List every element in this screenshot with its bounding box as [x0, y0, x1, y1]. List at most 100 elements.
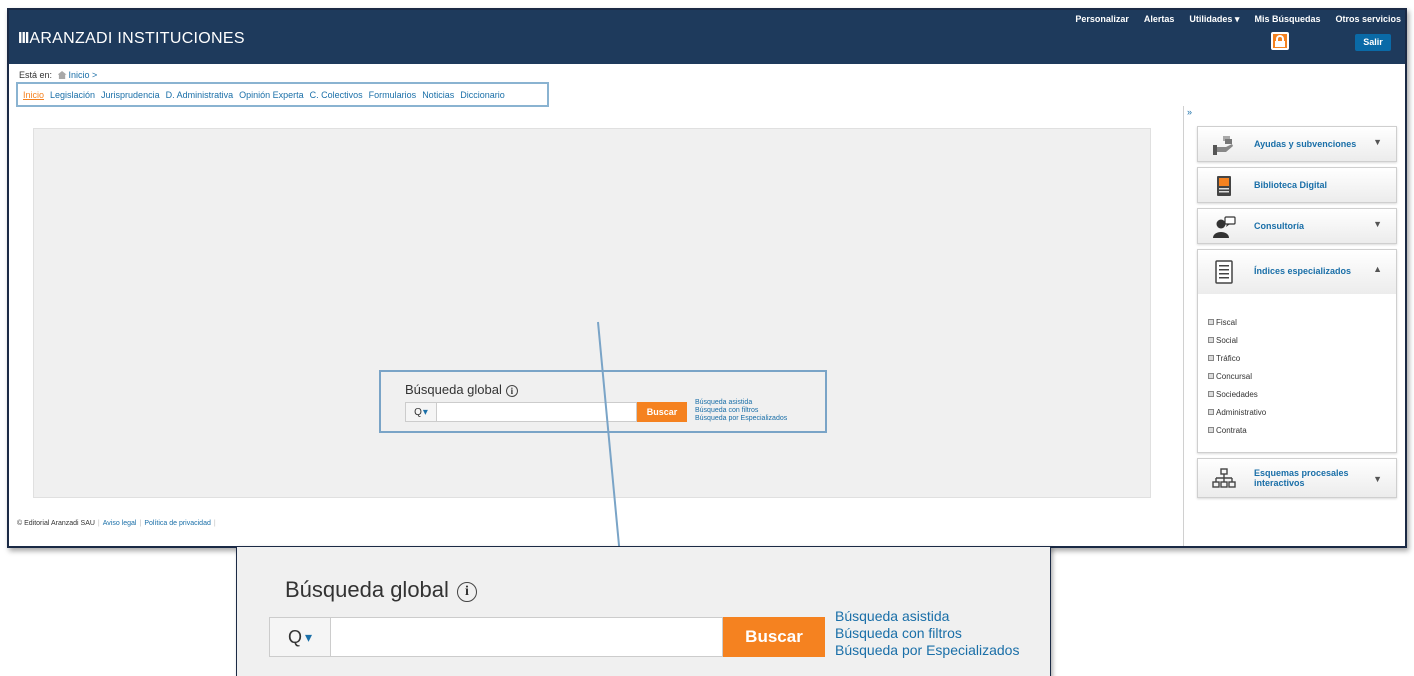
exit-button[interactable]: Salir	[1355, 34, 1391, 51]
document-list-icon	[1215, 260, 1233, 284]
collapse-sidebar-icon[interactable]: »	[1187, 107, 1192, 117]
zoomed-search-panel: Búsqueda global i Q ▾ Buscar Búsqueda asis…	[236, 546, 1051, 676]
search-title: Búsqueda global i	[405, 382, 518, 397]
list-item-label: Fiscal	[1216, 318, 1237, 327]
lock-icon[interactable]	[1271, 32, 1289, 50]
info-icon[interactable]: i	[505, 385, 518, 397]
topnav-mis-busquedas[interactable]: Mis Búsquedas	[1254, 14, 1320, 25]
panel-ayudas-subvenciones[interactable]: Ayudas y subvenciones ▼	[1197, 126, 1397, 162]
link-busqueda-con-filtros[interactable]: Búsqueda con filtros	[695, 407, 787, 415]
search-type-dropdown[interactable]: Q ▾	[269, 617, 331, 657]
list-item[interactable]: Sociedades	[1208, 386, 1266, 404]
tab-noticias[interactable]: Noticias	[422, 90, 454, 100]
list-item[interactable]: Contrata	[1208, 422, 1266, 440]
footer-separator: |	[97, 520, 100, 527]
link-busqueda-asistida[interactable]: Búsqueda asistida	[835, 608, 1019, 625]
tab-diccionario[interactable]: Diccionario	[460, 90, 505, 100]
topnav-personalizar[interactable]: Personalizar	[1075, 14, 1129, 25]
checkbox-icon	[1208, 355, 1214, 361]
topnav-otros-servicios[interactable]: Otros servicios	[1335, 14, 1401, 25]
list-item-label: Concursal	[1216, 372, 1253, 381]
footer-link-privacidad[interactable]: Política de privacidad	[144, 520, 211, 527]
chevron-up-icon[interactable]: ▲	[1373, 264, 1382, 274]
brand-logo[interactable]: IIIARANZADI INSTITUCIONES	[18, 30, 245, 48]
zoom-search-links: Búsqueda asistida Búsqueda con filtros B…	[835, 608, 1019, 659]
panel-label-line: interactivos	[1254, 478, 1305, 488]
footer-copyright: © Editorial Aranzadi SAU	[17, 520, 95, 527]
tab-legislacion[interactable]: Legislación	[50, 90, 95, 100]
panel-label: Índices especializados	[1254, 266, 1352, 276]
panel-header[interactable]: Índices especializados ▲	[1198, 250, 1396, 294]
global-search-box: Búsqueda global i Q ▾ Buscar Búsqueda asis…	[379, 370, 827, 433]
top-header: IIIARANZADI INSTITUCIONES Personalizar A…	[9, 10, 1405, 64]
link-busqueda-especializados[interactable]: Búsqueda por Especializados	[835, 642, 1019, 659]
info-icon[interactable]: i	[456, 582, 477, 602]
panel-label: Ayudas y subvenciones	[1254, 139, 1357, 149]
panel-esquemas-procesales[interactable]: Esquemas procesales interactivos ▼	[1197, 458, 1397, 498]
footer-separator: |	[139, 520, 142, 527]
list-item[interactable]: Social	[1208, 332, 1266, 350]
footer-link-aviso-legal[interactable]: Aviso legal	[103, 520, 137, 527]
index-list: Fiscal Social Tráfico Concursal Sociedad…	[1208, 314, 1266, 440]
book-icon	[1217, 176, 1231, 196]
app-window: IIIARANZADI INSTITUCIONES Personalizar A…	[7, 8, 1407, 548]
search-title-text: Búsqueda global	[405, 382, 502, 397]
chevron-down-icon[interactable]: ▼	[1373, 219, 1382, 229]
tab-jurisprudencia[interactable]: Jurisprudencia	[101, 90, 160, 100]
zoom-search-row: Q ▾ Buscar	[269, 617, 825, 657]
link-busqueda-asistida[interactable]: Búsqueda asistida	[695, 399, 787, 407]
list-item[interactable]: Administrativo	[1208, 404, 1266, 422]
topnav-utilidades[interactable]: Utilidades ▾	[1189, 14, 1239, 25]
tab-c-colectivos[interactable]: C. Colectivos	[310, 90, 363, 100]
search-input[interactable]	[331, 617, 723, 657]
list-item[interactable]: Fiscal	[1208, 314, 1266, 332]
hierarchy-icon	[1212, 468, 1236, 488]
tab-formularios[interactable]: Formularios	[369, 90, 417, 100]
top-nav: Personalizar Alertas Utilidades ▾ Mis Bú…	[1075, 14, 1401, 25]
panel-label-line: Esquemas procesales	[1254, 468, 1349, 478]
breadcrumb-home-link[interactable]: Inicio >	[69, 70, 98, 80]
topnav-alertas[interactable]: Alertas	[1144, 14, 1175, 25]
link-busqueda-con-filtros[interactable]: Búsqueda con filtros	[835, 625, 1019, 642]
search-title-text: Búsqueda global	[285, 577, 449, 602]
zoom-search-title: Búsqueda global i	[285, 577, 477, 603]
tab-inicio[interactable]: Inicio	[23, 90, 44, 100]
search-button[interactable]: Buscar	[637, 402, 687, 422]
chevron-down-icon[interactable]: ▼	[1373, 137, 1382, 147]
checkbox-icon	[1208, 337, 1214, 343]
panel-label: Esquemas procesales interactivos	[1254, 468, 1349, 488]
tab-d-administrativa[interactable]: D. Administrativa	[166, 90, 234, 100]
chevron-down-icon: ▾	[304, 628, 313, 645]
brand-bars: III	[18, 30, 29, 47]
tab-opinion-experta[interactable]: Opinión Experta	[239, 90, 304, 100]
breadcrumb: Está en: Inicio >	[19, 70, 97, 80]
search-type-dropdown[interactable]: Q ▾	[405, 402, 437, 422]
panel-biblioteca-digital[interactable]: Biblioteca Digital	[1197, 167, 1397, 203]
chevron-down-icon[interactable]: ▼	[1373, 474, 1382, 484]
link-busqueda-especializados[interactable]: Búsqueda por Especializados	[695, 415, 787, 423]
hand-money-icon	[1213, 136, 1233, 155]
list-item[interactable]: Tráfico	[1208, 350, 1266, 368]
checkbox-icon	[1208, 409, 1214, 415]
search-row: Q ▾ Buscar	[405, 402, 687, 422]
list-item-label: Contrata	[1216, 426, 1247, 435]
content-panel: Búsqueda global i Q ▾ Buscar Búsqueda asis…	[33, 128, 1151, 498]
main-nav: Inicio Legislación Jurisprudencia D. Adm…	[16, 82, 549, 107]
panel-label: Consultoría	[1254, 221, 1305, 231]
checkbox-icon	[1208, 427, 1214, 433]
list-item[interactable]: Concursal	[1208, 368, 1266, 386]
checkbox-icon	[1208, 391, 1214, 397]
brand-name: ARANZADI INSTITUCIONES	[29, 30, 245, 47]
chevron-down-icon: ▾	[422, 406, 428, 418]
sidebar-divider	[1183, 106, 1184, 546]
home-icon	[57, 71, 67, 79]
search-icon: Q	[414, 406, 422, 418]
list-item-label: Tráfico	[1216, 354, 1241, 363]
panel-indices-especializados: Índices especializados ▲ Fiscal Social T…	[1197, 249, 1397, 453]
list-item-label: Administrativo	[1216, 408, 1267, 417]
panel-consultoria[interactable]: Consultoría ▼	[1197, 208, 1397, 244]
panel-label: Biblioteca Digital	[1254, 180, 1328, 190]
search-icon: Q	[287, 626, 302, 647]
search-input[interactable]	[437, 402, 637, 422]
search-button[interactable]: Buscar	[723, 617, 825, 657]
